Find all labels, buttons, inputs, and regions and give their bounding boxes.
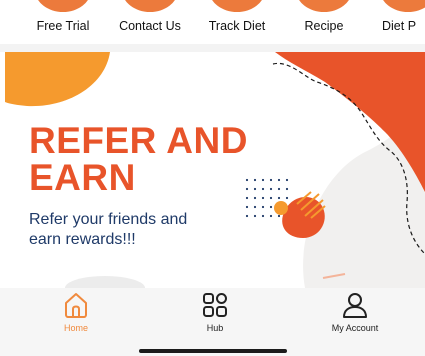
- nav-home-label: Home: [63, 323, 88, 333]
- quick-action-label: Track Diet: [208, 19, 266, 33]
- quick-action-label: Diet P: [382, 19, 417, 33]
- nav-hub[interactable]: Hub: [155, 288, 275, 338]
- quick-action-free-trial[interactable]: Free Trial: [13, 0, 113, 44]
- nav-my-account-label: My Account: [331, 323, 379, 333]
- section-divider: [0, 44, 425, 52]
- bottom-navigation: Home Hub My Account: [0, 288, 425, 356]
- quick-action-track-diet[interactable]: Track Diet: [187, 0, 287, 44]
- diet-plan-icon: [380, 0, 425, 12]
- track-diet-icon: [209, 0, 265, 12]
- nav-hub-label: Hub: [206, 323, 224, 333]
- user-icon: [343, 293, 367, 318]
- bottom-shadow-shape: [65, 276, 145, 288]
- banner-subtitle-line: earn rewards!!!: [29, 231, 136, 248]
- orange-corner-shape: [5, 52, 110, 107]
- quick-actions-row: Free Trial Contact Us Track Diet Recipe …: [0, 0, 425, 44]
- quick-action-diet-plan[interactable]: Diet P: [358, 0, 425, 44]
- banner-title: REFER AND EARN: [29, 122, 248, 196]
- home-indicator[interactable]: [139, 349, 287, 353]
- small-orange-dot: [274, 201, 288, 215]
- refer-and-earn-banner[interactable]: REFER AND EARN Refer your friends and ea…: [5, 52, 425, 288]
- banner-title-line: REFER AND: [29, 120, 248, 161]
- banner-title-line: EARN: [29, 157, 136, 198]
- banner-subtitle: Refer your friends and earn rewards!!!: [29, 210, 187, 250]
- nav-home[interactable]: Home: [16, 288, 136, 338]
- recipe-icon: [296, 0, 352, 12]
- free-trial-icon: [35, 0, 91, 12]
- contact-us-icon: [122, 0, 178, 12]
- quick-action-label: Free Trial: [36, 19, 90, 33]
- quick-action-label: Contact Us: [119, 19, 181, 33]
- home-icon: [65, 293, 87, 318]
- banner-subtitle-line: Refer your friends and: [29, 211, 188, 228]
- grid-icon: [203, 293, 227, 317]
- quick-action-contact-us[interactable]: Contact Us: [100, 0, 200, 44]
- nav-my-account[interactable]: My Account: [295, 288, 415, 338]
